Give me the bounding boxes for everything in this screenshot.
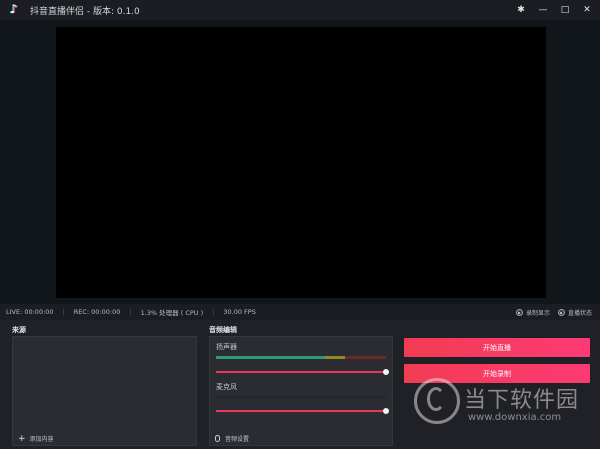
speaker-level-fill (216, 356, 325, 359)
plus-icon: + (18, 433, 26, 444)
speaker-volume-slider[interactable] (216, 368, 389, 375)
speaker-level-meter (216, 356, 386, 359)
watermark: 当下软件园 www.downxia.com (414, 378, 598, 444)
audio-title: 音频编辑 (209, 326, 237, 334)
minimize-button[interactable]: — (536, 3, 550, 17)
add-source-label: 添加内容 (29, 436, 54, 443)
cpu-usage: 1.3% 处理器 ( CPU ) (140, 309, 204, 317)
rec-timer: REC: 00:00:00 (73, 308, 121, 316)
douyin-logo-icon: ♪ (10, 2, 18, 16)
audio-settings-button[interactable]: 音频设置 (210, 432, 392, 445)
close-button[interactable]: ✕ (580, 3, 594, 17)
live-preview-canvas[interactable] (56, 27, 546, 298)
record-display-label: 录制显示 (525, 310, 550, 317)
speaker-volume-knob[interactable] (383, 368, 389, 375)
microphone-level-meter (216, 396, 386, 399)
fps-readout: 30.00 FPS (223, 308, 256, 316)
microphone-icon (215, 435, 220, 442)
settings-gear-icon[interactable]: ✱ (514, 3, 528, 17)
live-timer: LIVE: 00:00:00 (6, 308, 54, 316)
window-controls: ✱ — □ ✕ (514, 3, 594, 17)
live-status-label: 直播状态 (567, 310, 592, 317)
radio-icon (557, 309, 565, 316)
watermark-url: www.downxia.com (468, 412, 562, 423)
start-live-button[interactable]: 开始直播 (404, 338, 590, 357)
window-title: 抖音直播伴侣 - 版本: 0.1.0 (30, 6, 140, 17)
status-bar: LIVE: 00:00:00 | REC: 00:00:00 | 1.3% 处理… (0, 304, 600, 320)
record-display-toggle[interactable]: 录制显示 (515, 308, 550, 317)
level-peak-fill (324, 356, 346, 359)
add-source-button[interactable]: + 添加内容 (13, 432, 196, 445)
status-separator: | (129, 308, 132, 316)
radio-icon (515, 309, 523, 316)
microphone-volume-knob[interactable] (383, 407, 389, 414)
maximize-button[interactable]: □ (558, 3, 572, 17)
audio-mixer: 扬声器 麦克风 音频设置 (209, 336, 393, 446)
level-clip-fill (345, 356, 386, 359)
status-separator: | (62, 308, 65, 316)
microphone-volume-slider[interactable] (216, 407, 389, 414)
status-separator: | (212, 308, 215, 316)
sources-list[interactable]: + 添加内容 (12, 336, 197, 446)
preview-area (0, 20, 600, 304)
watermark-logo-inner (427, 387, 445, 411)
sources-title: 来源 (12, 326, 26, 334)
watermark-brand: 当下软件园 (464, 388, 580, 413)
title-bar: ♪ 抖音直播伴侣 - 版本: 0.1.0 ✱ — □ ✕ (0, 0, 600, 20)
microphone-label: 麦克风 (216, 383, 237, 391)
audio-settings-label: 音频设置 (225, 436, 250, 443)
live-status-toggle[interactable]: 直播状态 (557, 308, 592, 317)
speaker-label: 扬声器 (216, 343, 237, 351)
